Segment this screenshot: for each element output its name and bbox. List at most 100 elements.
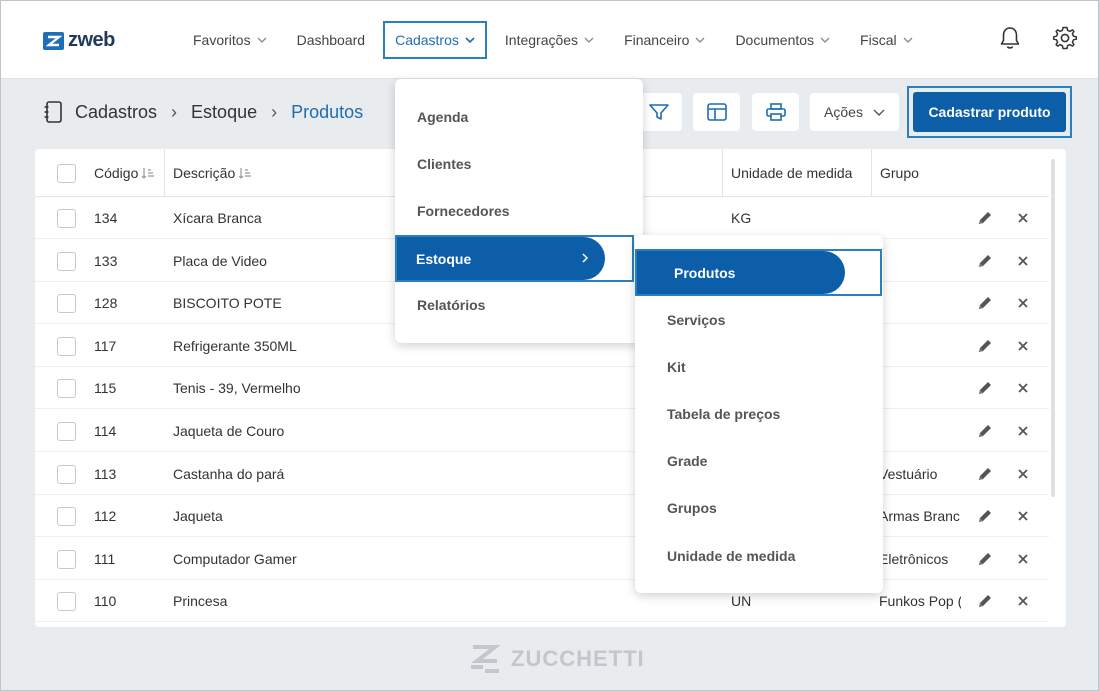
table-row[interactable]: 110 Princesa UN Funkos Pop ( [35, 580, 1049, 622]
edit-button[interactable] [977, 580, 993, 622]
pencil-icon [979, 340, 991, 352]
chevron-down-icon [257, 37, 267, 43]
cadastrar-produto-button[interactable]: Cadastrar produto [913, 92, 1066, 132]
submenu-item-grade[interactable]: Grade [635, 437, 883, 484]
breadcrumb-estoque[interactable]: Estoque [191, 102, 257, 123]
scrollbar[interactable] [1051, 159, 1055, 497]
menu-item-relatorios[interactable]: Relatórios [395, 281, 643, 328]
header-description[interactable]: Descrição [164, 149, 252, 197]
close-icon [1018, 341, 1028, 351]
submenu-item-servicos[interactable]: Serviços [635, 296, 883, 343]
row-checkbox[interactable] [57, 421, 76, 441]
nav-favoritos[interactable]: Favoritos [181, 21, 279, 59]
printer-icon [765, 103, 786, 121]
cell-code: 113 [94, 466, 117, 482]
table-row[interactable]: 114 Jaqueta de Couro [35, 410, 1049, 452]
submenu-item-tabela-precos[interactable]: Tabela de preços [635, 390, 883, 437]
delete-button[interactable] [1017, 282, 1029, 324]
breadcrumb-cadastros[interactable]: Cadastros [75, 102, 157, 123]
edit-button[interactable] [977, 325, 993, 367]
delete-button[interactable] [1017, 538, 1029, 580]
zucchetti-logo-icon [471, 645, 501, 673]
row-checkbox-cell [57, 282, 76, 324]
cadastros-menu: Agenda Clientes Fornecedores Relatórios [395, 79, 643, 343]
edit-button[interactable] [977, 538, 993, 580]
delete-button[interactable] [1017, 197, 1029, 239]
row-checkbox[interactable] [57, 464, 76, 484]
table-row[interactable]: 115 Tenis - 39, Vermelho [35, 367, 1049, 409]
pencil-icon [979, 553, 991, 565]
chevron-down-icon [695, 37, 705, 43]
edit-button[interactable] [977, 197, 993, 239]
pencil-icon [979, 425, 991, 437]
menu-item-estoque[interactable]: Estoque [397, 237, 605, 280]
row-checkbox-cell [57, 453, 76, 495]
row-checkbox[interactable] [57, 293, 76, 313]
close-icon [1018, 426, 1028, 436]
actions-dropdown[interactable]: Ações [810, 93, 899, 131]
menu-item-agenda[interactable]: Agenda [395, 93, 643, 140]
layout-icon [706, 103, 727, 121]
select-all-checkbox[interactable] [57, 163, 76, 183]
submenu-item-produtos[interactable]: Produtos [637, 251, 845, 294]
edit-button[interactable] [977, 367, 993, 409]
nav-label: Cadastros [395, 32, 459, 48]
row-checkbox[interactable] [57, 251, 76, 271]
row-checkbox[interactable] [57, 506, 76, 526]
columns-button[interactable] [693, 93, 740, 131]
zweb-logo[interactable]: zweb [43, 29, 115, 52]
delete-button[interactable] [1017, 240, 1029, 282]
header-code[interactable]: Código [94, 149, 155, 197]
nav-documentos[interactable]: Documentos [723, 21, 842, 59]
edit-button[interactable] [977, 282, 993, 324]
nav-fiscal[interactable]: Fiscal [848, 21, 925, 59]
cell-code: 110 [94, 593, 117, 609]
cell-description: Jaqueta [173, 508, 223, 524]
table-row[interactable]: 111 Computador Gamer Eletrônicos [35, 538, 1049, 580]
gear-icon[interactable] [1052, 25, 1078, 51]
row-checkbox[interactable] [57, 378, 76, 398]
cell-group [879, 197, 961, 239]
delete-button[interactable] [1017, 495, 1029, 537]
close-icon [1018, 596, 1028, 606]
nav-integracoes[interactable]: Integrações [493, 21, 606, 59]
bell-icon[interactable] [997, 25, 1023, 51]
row-checkbox[interactable] [57, 591, 76, 611]
row-checkbox[interactable] [57, 336, 76, 356]
edit-button[interactable] [977, 495, 993, 537]
chevron-right-icon [582, 253, 589, 263]
nav-label: Financeiro [624, 32, 690, 48]
delete-button[interactable] [1017, 453, 1029, 495]
header-label: Grupo [880, 165, 919, 181]
delete-button[interactable] [1017, 410, 1029, 452]
delete-button[interactable] [1017, 580, 1029, 622]
submenu-item-grupos[interactable]: Grupos [635, 484, 883, 531]
close-icon [1018, 213, 1028, 223]
print-button[interactable] [752, 93, 799, 131]
edit-button[interactable] [977, 240, 993, 282]
header-unit[interactable]: Unidade de medida [722, 149, 852, 197]
cell-description: Computador Gamer [173, 551, 297, 567]
nav-cadastros[interactable]: Cadastros [383, 21, 487, 59]
nav-financeiro[interactable]: Financeiro [612, 21, 717, 59]
delete-button[interactable] [1017, 367, 1029, 409]
close-icon [1018, 554, 1028, 564]
primary-button-highlight: Cadastrar produto [907, 86, 1072, 138]
nav-dashboard[interactable]: Dashboard [285, 21, 378, 59]
delete-button[interactable] [1017, 325, 1029, 367]
edit-button[interactable] [977, 453, 993, 495]
cell-group: Eletrônicos [879, 551, 949, 567]
header-label: Unidade de medida [731, 165, 853, 181]
table-row[interactable]: 113 Castanha do pará Vestuário [35, 453, 1049, 495]
breadcrumb-separator: › [171, 101, 178, 122]
cell-group [879, 367, 961, 409]
submenu-item-unidade-medida[interactable]: Unidade de medida [635, 532, 883, 579]
row-checkbox[interactable] [57, 549, 76, 569]
header-group[interactable]: Grupo [871, 149, 919, 197]
table-row[interactable]: 112 Jaqueta Armas Branc [35, 495, 1049, 537]
edit-button[interactable] [977, 410, 993, 452]
menu-item-fornecedores[interactable]: Fornecedores [395, 187, 643, 234]
row-checkbox[interactable] [57, 208, 76, 228]
submenu-item-kit[interactable]: Kit [635, 343, 883, 390]
menu-item-clientes[interactable]: Clientes [395, 140, 643, 187]
